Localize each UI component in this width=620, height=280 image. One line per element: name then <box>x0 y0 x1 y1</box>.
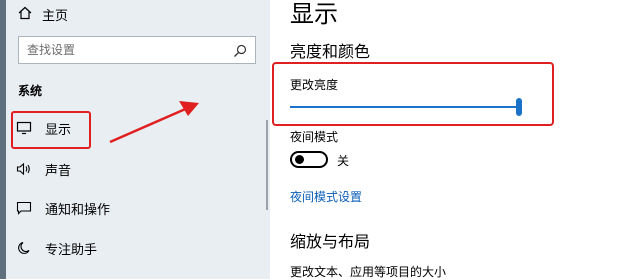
slider-thumb[interactable] <box>516 98 522 116</box>
search-input[interactable] <box>27 41 227 59</box>
night-light-label: 夜间模式 <box>290 130 339 144</box>
sidebar-item-focus-assist[interactable]: 专注助手 <box>16 236 97 260</box>
sidebar-item-label: 通知和操作 <box>45 202 111 218</box>
search-icon[interactable] <box>233 43 247 57</box>
night-light-toggle[interactable] <box>290 151 328 168</box>
notification-icon <box>16 200 32 216</box>
window-edge <box>0 0 6 279</box>
moon-icon <box>16 240 32 256</box>
change-brightness-label: 更改亮度 <box>290 78 339 92</box>
home-label: 主页 <box>42 8 69 24</box>
toggle-state-label: 关 <box>337 154 350 168</box>
search-box[interactable] <box>18 36 256 64</box>
home-icon <box>18 5 32 24</box>
highlight-box-display <box>11 111 91 149</box>
speaker-icon <box>16 161 32 177</box>
night-light-settings-link[interactable]: 夜间模式设置 <box>290 188 362 205</box>
brightness-heading: 亮度和颜色 <box>290 42 371 61</box>
sidebar-item-label: 声音 <box>45 163 72 179</box>
home-nav-item[interactable]: 主页 <box>18 5 69 24</box>
main-content: 显示 亮度和颜色 更改亮度 夜间模式 关 夜间模式设置 缩放与布局 更改文本、应… <box>270 0 620 279</box>
sidebar-item-label: 专注助手 <box>45 242 98 258</box>
text-size-label: 更改文本、应用等项目的大小 <box>290 265 447 279</box>
sidebar-item-notifications[interactable]: 通知和操作 <box>16 196 110 220</box>
slider-track[interactable] <box>290 106 520 108</box>
sidebar: 主页 系统 显示 声音 <box>0 0 270 279</box>
brightness-slider[interactable] <box>290 97 522 117</box>
toggle-knob <box>295 155 304 164</box>
section-label: 系统 <box>18 84 43 98</box>
page-title: 显示 <box>290 0 338 28</box>
scale-layout-heading: 缩放与布局 <box>290 232 371 251</box>
sidebar-item-sound[interactable]: 声音 <box>16 157 71 181</box>
sidebar-scrollbar[interactable] <box>266 120 268 210</box>
